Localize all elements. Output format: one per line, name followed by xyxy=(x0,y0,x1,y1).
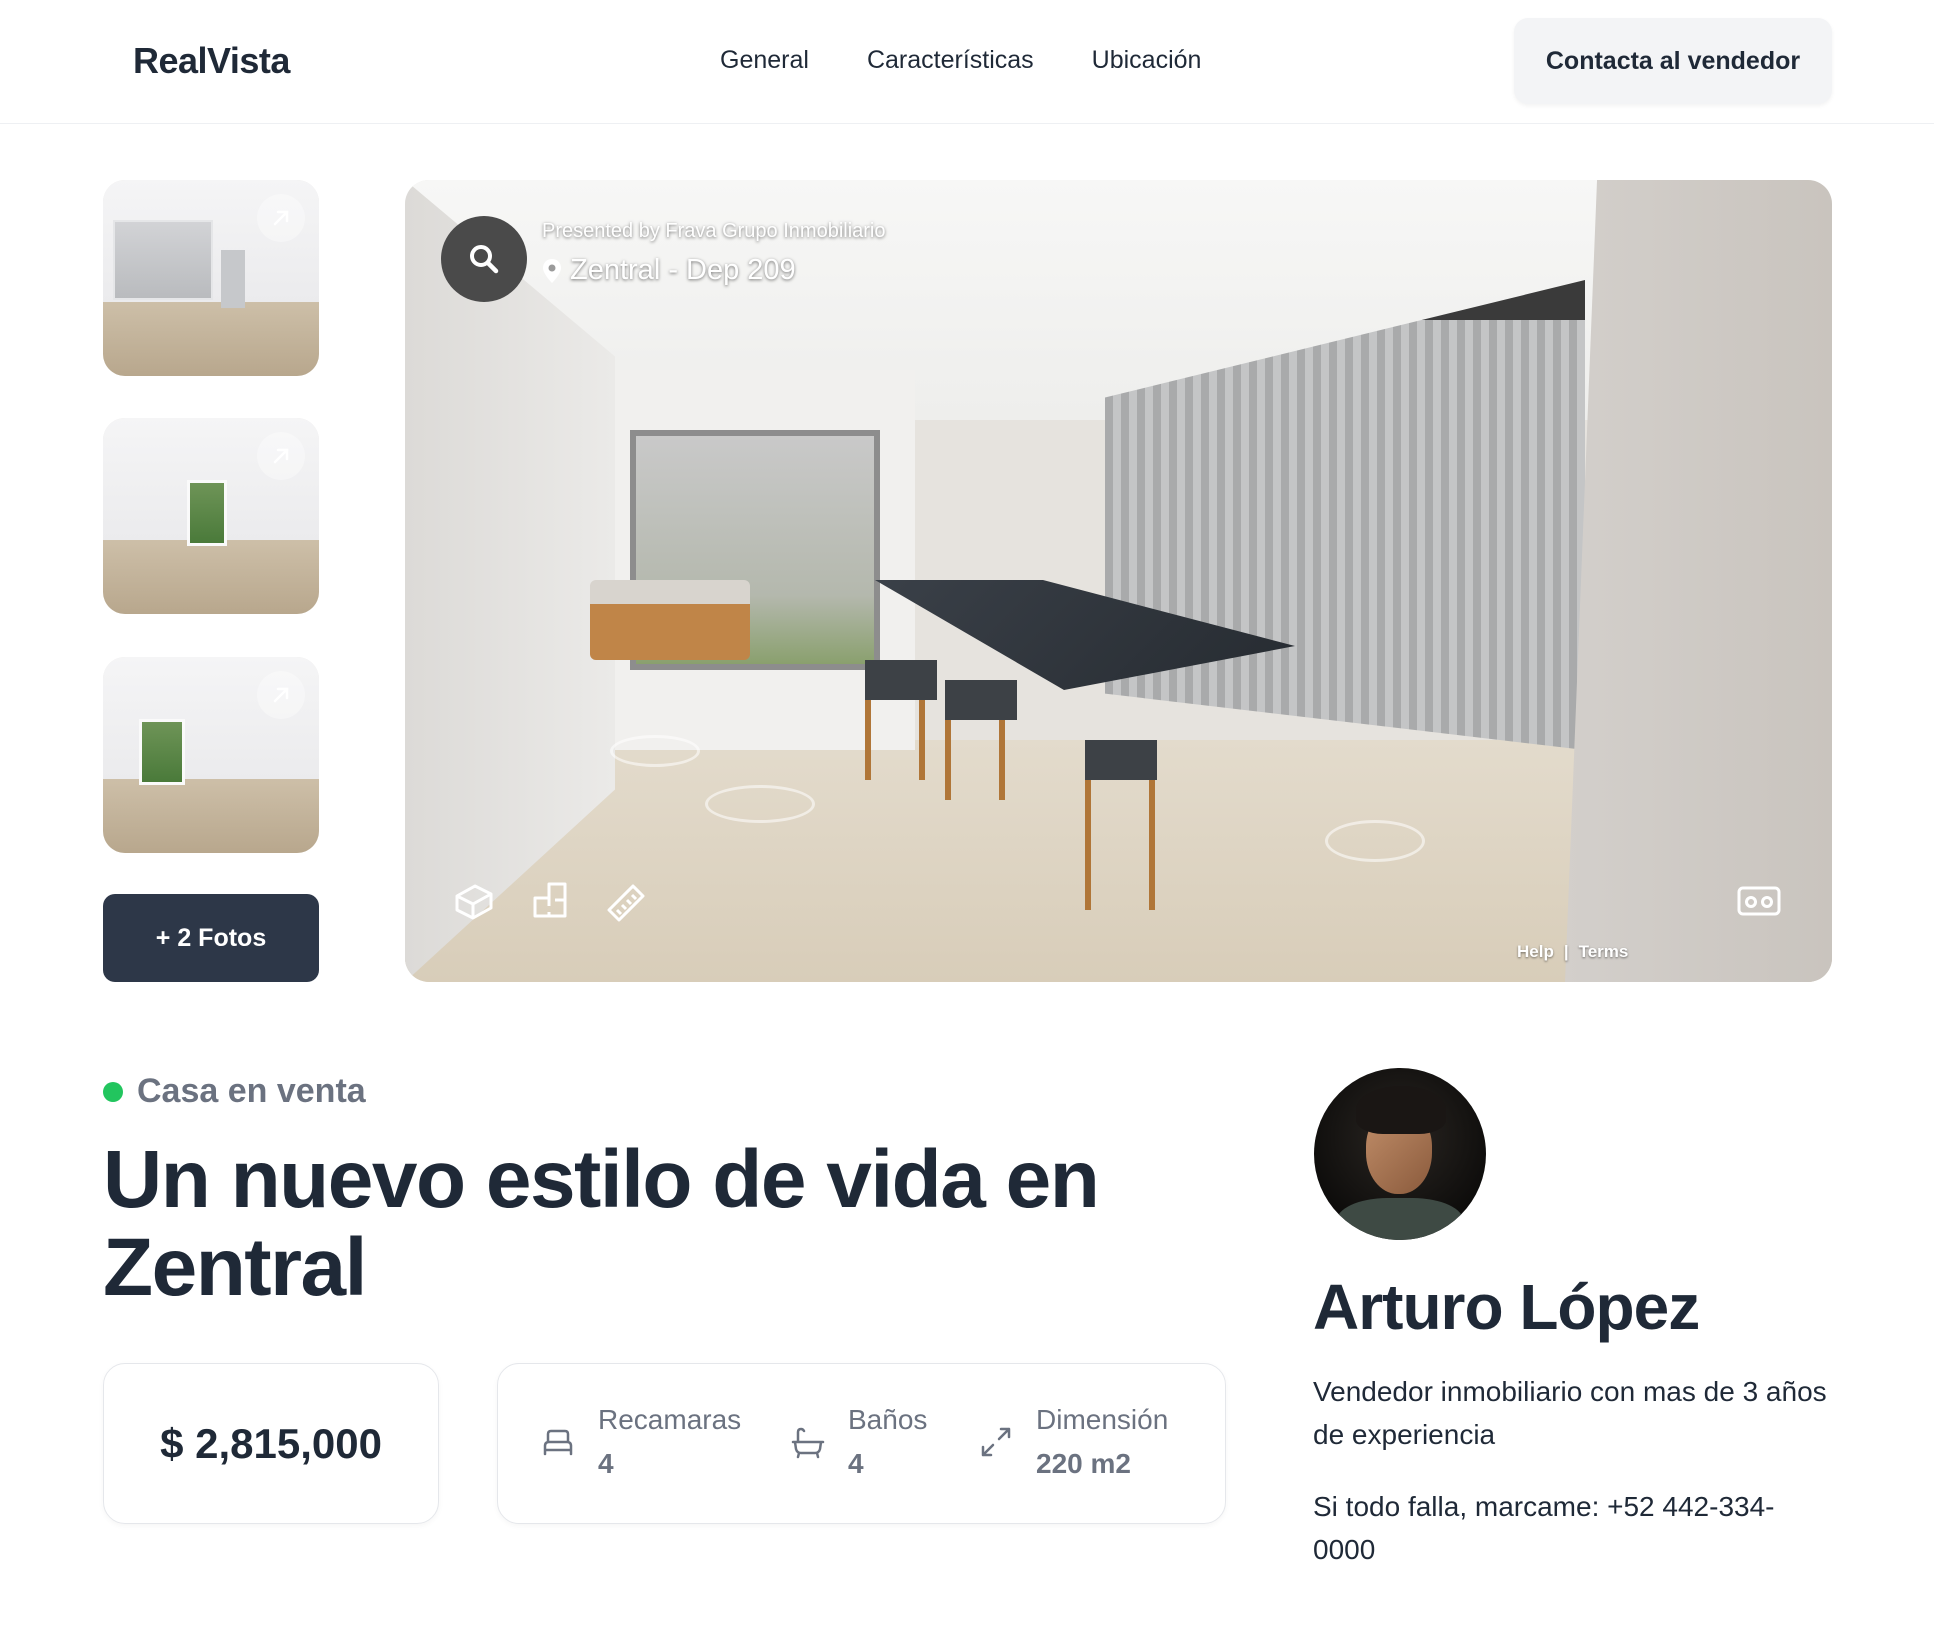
nav-caracteristicas[interactable]: Características xyxy=(867,46,1034,75)
seller-description: Vendedor inmobiliario con mas de 3 años … xyxy=(1313,1376,1827,1450)
scene-sofa xyxy=(590,580,750,660)
fridge xyxy=(221,250,245,308)
window xyxy=(187,480,227,546)
price-card: $ 2,815,000 xyxy=(103,1363,439,1524)
contact-seller-button[interactable]: Contacta al vendedor xyxy=(1514,18,1832,104)
vr-icon[interactable] xyxy=(1737,884,1781,918)
expand-icon xyxy=(981,1427,1011,1457)
navigation-marker[interactable] xyxy=(1325,820,1425,862)
thumbnail-bedroom[interactable] xyxy=(103,657,319,853)
avatar-hair xyxy=(1356,1086,1446,1134)
tour-title: Zentral - Dep 209 xyxy=(542,254,796,287)
expand-arrow-icon[interactable] xyxy=(257,194,305,242)
seller-phone: Si todo falla, marcame: +52 442-334-0000 xyxy=(1313,1491,1775,1565)
kitchen-cabinets xyxy=(113,220,213,300)
expand-arrow-icon[interactable] xyxy=(257,671,305,719)
navigation-marker[interactable] xyxy=(610,735,700,767)
presented-by-text: Presented by Frava Grupo Inmobiliario xyxy=(542,220,886,242)
navigation-marker[interactable] xyxy=(705,785,815,823)
stat-value: 4 xyxy=(848,1448,864,1479)
virtual-tour-viewer[interactable]: Presented by Frava Grupo Inmobiliario Ze… xyxy=(405,180,1832,982)
tour-title-text: Zentral - Dep 209 xyxy=(570,254,796,286)
seller-name: Arturo López xyxy=(1313,1271,1700,1343)
thumbnail-living-room[interactable] xyxy=(103,418,319,614)
search-button[interactable] xyxy=(441,216,527,302)
scene-right-wall xyxy=(1565,180,1832,982)
viewer-footer-links: Help | Terms xyxy=(1517,942,1628,962)
stat-dimension: Dimensión 220 m2 xyxy=(978,1404,1168,1480)
stat-label: Recamaras xyxy=(598,1404,742,1435)
viewer-toolbar xyxy=(453,880,647,922)
stat-value: 4 xyxy=(598,1448,614,1479)
stat-bedrooms: Recamaras 4 xyxy=(540,1404,741,1480)
stat-label: Baños xyxy=(848,1404,928,1435)
stat-label: Dimensión xyxy=(1036,1404,1169,1435)
bed-icon xyxy=(543,1429,573,1456)
stat-value: 220 m2 xyxy=(1036,1448,1131,1479)
expand-arrow-icon[interactable] xyxy=(257,432,305,480)
dollhouse-icon[interactable] xyxy=(453,880,495,922)
scene-chair xyxy=(865,660,937,780)
seller-avatar xyxy=(1314,1068,1486,1240)
help-link[interactable]: Help xyxy=(1517,942,1554,962)
status-dot-icon xyxy=(103,1081,123,1102)
listing-price: $ 2,815,000 xyxy=(160,1419,382,1467)
floorplan-icon[interactable] xyxy=(529,880,571,922)
stat-text: Dimensión 220 m2 xyxy=(1036,1404,1168,1480)
thumbnail-floor xyxy=(103,778,319,853)
bathtub-icon xyxy=(791,1427,825,1459)
avatar-shirt xyxy=(1336,1198,1464,1240)
thumbnail-floor xyxy=(103,301,319,376)
scene-chair xyxy=(1085,740,1157,910)
listing-status: Casa en venta xyxy=(103,1072,366,1111)
location-pin-icon xyxy=(543,258,561,283)
terms-link[interactable]: Terms xyxy=(1579,942,1629,962)
window xyxy=(139,719,185,785)
status-text: Casa en venta xyxy=(137,1072,366,1110)
nav-ubicacion[interactable]: Ubicación xyxy=(1092,46,1202,75)
stat-bathrooms: Baños 4 xyxy=(790,1404,927,1480)
more-photos-button[interactable]: + 2 Fotos xyxy=(103,894,319,982)
stat-text: Baños 4 xyxy=(848,1404,927,1480)
measure-icon[interactable] xyxy=(605,880,647,922)
nav-general[interactable]: General xyxy=(720,46,809,75)
logo[interactable]: RealVista xyxy=(133,40,290,82)
listing-headline: Un nuevo estilo de vida en Zentral xyxy=(103,1134,1100,1313)
link-separator: | xyxy=(1563,942,1569,961)
scene-chair xyxy=(945,680,1017,800)
property-stats-card: Recamaras 4 Baños 4 Dimensión 220 m2 xyxy=(497,1363,1226,1524)
stat-text: Recamaras 4 xyxy=(598,1404,741,1480)
search-icon xyxy=(470,245,499,274)
thumbnail-floor xyxy=(103,539,319,614)
thumbnail-kitchen[interactable] xyxy=(103,180,319,376)
main-nav: General Características Ubicación xyxy=(720,46,1201,75)
top-navbar: RealVista General Características Ubicac… xyxy=(0,0,1934,124)
